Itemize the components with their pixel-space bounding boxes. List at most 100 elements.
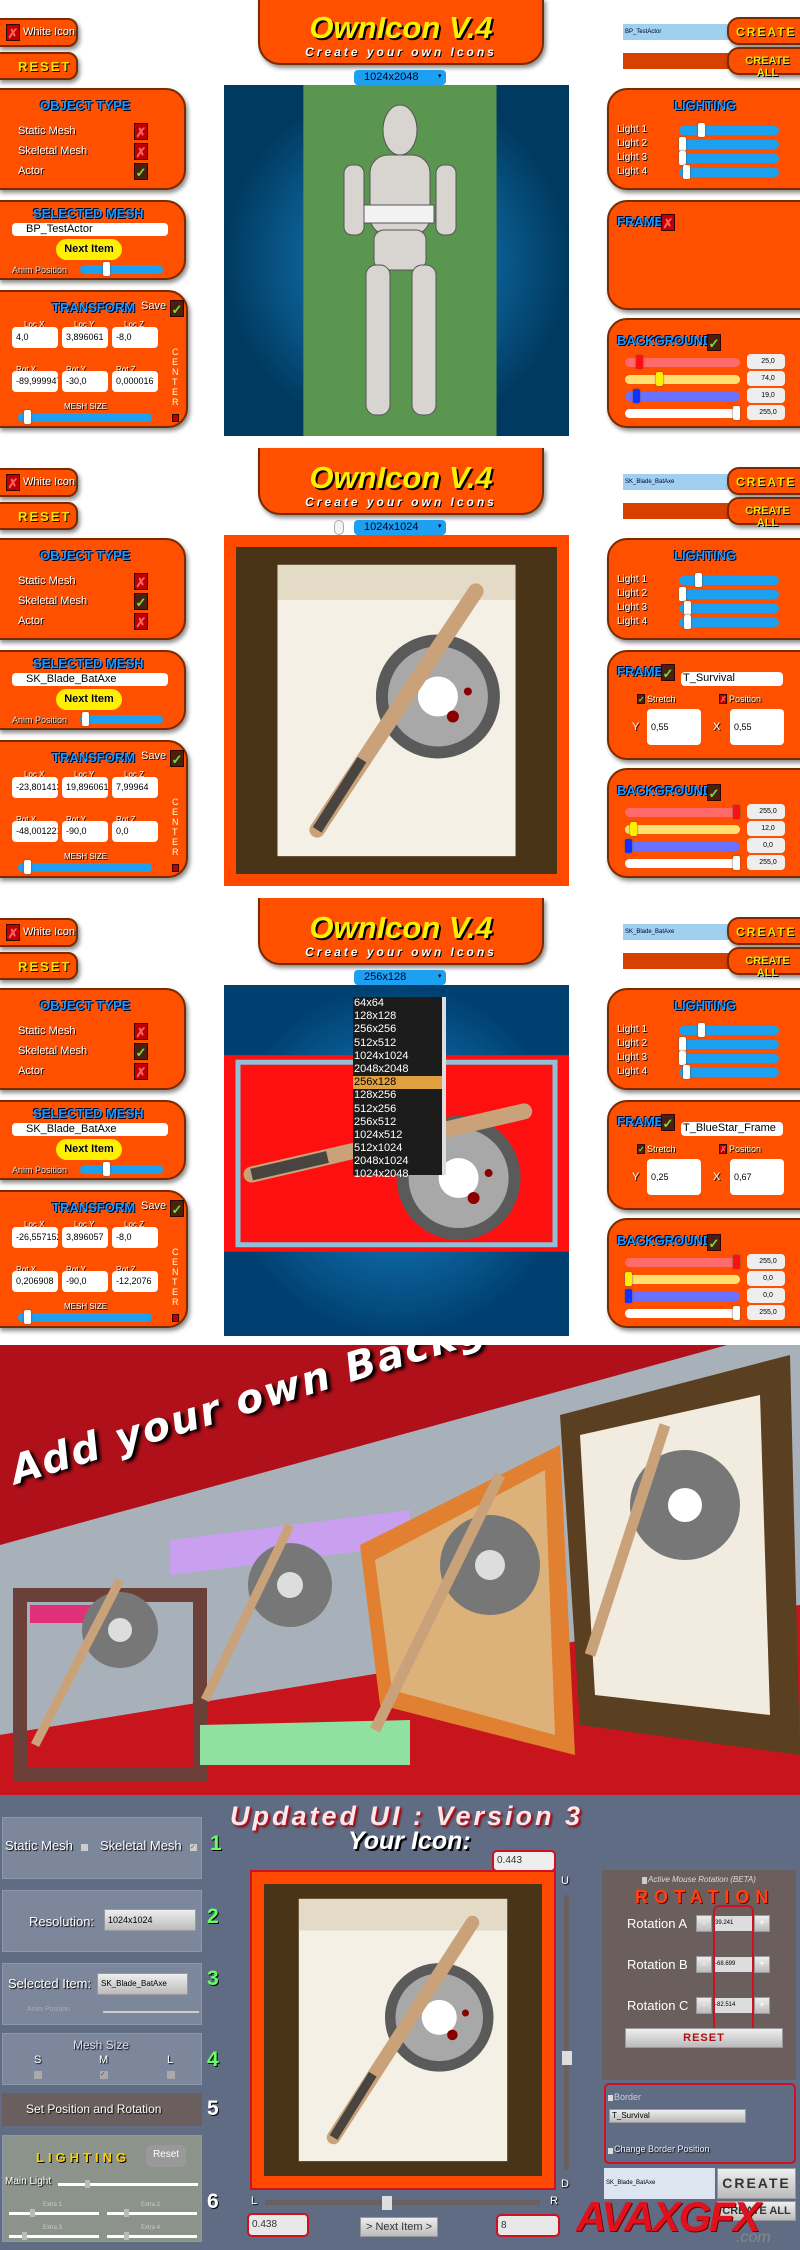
- light-3-slider[interactable]: [679, 1051, 779, 1065]
- next-item-button[interactable]: Next Item: [56, 1139, 122, 1160]
- anim-position-slider-thumb[interactable]: [103, 1162, 110, 1176]
- loc-field[interactable]: -8,0: [112, 327, 158, 348]
- white-icon-button[interactable]: ✗ White Icon: [0, 468, 78, 497]
- extra3-slider[interactable]: [9, 2232, 99, 2240]
- background-green-field[interactable]: 0,0: [747, 1271, 785, 1286]
- loc-field[interactable]: -26,557152: [12, 1227, 58, 1248]
- frame-texture-select[interactable]: T_Survival: [681, 672, 783, 686]
- light-1-slider-thumb[interactable]: [698, 123, 705, 137]
- stretch-checkbox[interactable]: ✓: [637, 694, 645, 704]
- frame-y-field[interactable]: 0,55: [647, 709, 701, 745]
- resolution-option[interactable]: 2048x1024: [353, 1155, 442, 1168]
- light-2-slider-thumb[interactable]: [679, 137, 686, 151]
- anim-position-slider-thumb[interactable]: [103, 262, 110, 276]
- main-light-thumb[interactable]: [85, 2180, 90, 2188]
- static-mesh-checkbox[interactable]: ✗: [134, 573, 148, 590]
- selected-mesh-select[interactable]: SK_Blade_BatAxe: [12, 673, 168, 686]
- resolution-option[interactable]: 512x1024: [353, 1142, 442, 1155]
- size-m-checkbox[interactable]: ✓: [100, 2071, 108, 2079]
- create-all-button[interactable]: CREATE ALL: [727, 497, 800, 529]
- mesh-size-slider-thumb[interactable]: [24, 410, 31, 424]
- light-1-slider-thumb[interactable]: [695, 573, 702, 587]
- background-green-slider[interactable]: [625, 372, 740, 386]
- light-3-slider[interactable]: [679, 151, 779, 165]
- save-checkbox[interactable]: ✓: [170, 300, 184, 317]
- light-4-slider[interactable]: [679, 615, 779, 629]
- resolution-select[interactable]: 1024x1024: [104, 1909, 196, 1931]
- create-button[interactable]: CREATE: [727, 467, 800, 495]
- selected-item-select[interactable]: SK_Blade_BatAxe: [97, 1973, 188, 1995]
- background-alpha-slider[interactable]: [625, 856, 740, 870]
- background-checkbox[interactable]: ✓: [707, 1234, 721, 1251]
- resolution-dropdown[interactable]: 1024x1024: [354, 520, 446, 535]
- rotation-plus-button[interactable]: +: [754, 1915, 770, 1932]
- skeletal-mesh-checkbox[interactable]: ✓: [190, 1844, 197, 1851]
- background-red-slider[interactable]: [625, 355, 740, 369]
- background-blue-slider[interactable]: [625, 389, 740, 403]
- mesh-size-slider[interactable]: [18, 1310, 152, 1324]
- background-blue-slider-thumb[interactable]: [633, 389, 640, 403]
- stretch-checkbox[interactable]: ✓: [637, 1144, 645, 1154]
- save-checkbox[interactable]: ✓: [170, 1200, 184, 1217]
- resolution-option[interactable]: 1024x2048: [353, 1168, 442, 1181]
- resolution-option[interactable]: 256x256: [353, 1023, 442, 1036]
- extra-slider-thumb[interactable]: [22, 2232, 27, 2240]
- background-green-slider[interactable]: [625, 822, 740, 836]
- white-icon-checkbox[interactable]: ✗: [6, 924, 20, 941]
- rot-field[interactable]: -30,0: [62, 371, 108, 392]
- center-button[interactable]: [172, 1314, 179, 1322]
- create-button[interactable]: CREATE: [727, 917, 800, 945]
- next-item-button[interactable]: > Next Item >: [360, 2217, 438, 2237]
- size-s-checkbox[interactable]: [34, 2071, 42, 2079]
- rot-field[interactable]: -90,0: [62, 1271, 108, 1292]
- background-alpha-field[interactable]: 255,0: [747, 405, 785, 420]
- background-red-slider-thumb[interactable]: [733, 1255, 740, 1269]
- background-green-slider-thumb[interactable]: [630, 822, 637, 836]
- light-1-slider-thumb[interactable]: [698, 1023, 705, 1037]
- background-green-slider[interactable]: [625, 1272, 740, 1286]
- rotation-plus-button[interactable]: +: [754, 1956, 770, 1973]
- anim-position-slider[interactable]: [103, 2011, 199, 2013]
- border-checkbox[interactable]: [608, 2095, 613, 2101]
- change-border-position-checkbox[interactable]: [608, 2148, 613, 2154]
- rot-field[interactable]: -89,999947: [12, 371, 58, 392]
- anim-position-slider[interactable]: [80, 1162, 163, 1176]
- create-button[interactable]: CREATE: [727, 17, 800, 45]
- create-all-button[interactable]: CREATE ALL: [727, 947, 800, 979]
- skeletal-mesh-checkbox[interactable]: ✓: [134, 593, 148, 610]
- rotation-minus-button[interactable]: -: [696, 1997, 712, 2014]
- light-4-slider[interactable]: [679, 165, 779, 179]
- anim-position-slider[interactable]: [80, 712, 163, 726]
- light-1-slider[interactable]: [679, 573, 779, 587]
- background-blue-slider-thumb[interactable]: [625, 839, 632, 853]
- next-item-button[interactable]: Next Item: [56, 689, 122, 710]
- loc-field[interactable]: 7,99964: [112, 777, 158, 798]
- background-blue-slider-thumb[interactable]: [625, 1289, 632, 1303]
- light-3-slider[interactable]: [679, 601, 779, 615]
- reset-button[interactable]: RESET: [0, 502, 78, 530]
- rotation-reset-button[interactable]: RESET: [625, 2028, 783, 2048]
- mesh-size-slider-thumb[interactable]: [24, 1310, 31, 1324]
- background-alpha-slider-thumb[interactable]: [733, 1306, 740, 1320]
- rotation-plus-button[interactable]: +: [754, 1997, 770, 2014]
- background-blue-slider[interactable]: [625, 839, 740, 853]
- size-l-checkbox[interactable]: [167, 2071, 175, 2079]
- selected-mesh-select[interactable]: SK_Blade_BatAxe: [12, 1123, 168, 1136]
- create-all-button[interactable]: CREATE ALL: [727, 47, 800, 79]
- light-2-slider[interactable]: [679, 587, 779, 601]
- background-green-field[interactable]: 12,0: [747, 821, 785, 836]
- loc-field[interactable]: 19,896061: [62, 777, 108, 798]
- resolution-option[interactable]: 2048x2048: [353, 1063, 442, 1076]
- anim-position-slider-thumb[interactable]: [82, 712, 89, 726]
- extra-slider-thumb[interactable]: [30, 2209, 35, 2217]
- horizontal-slider-thumb[interactable]: [382, 2196, 392, 2210]
- extra2-slider[interactable]: [107, 2209, 197, 2217]
- light-2-slider[interactable]: [679, 1037, 779, 1051]
- background-red-slider[interactable]: [625, 805, 740, 819]
- rot-field[interactable]: 0,206908: [12, 1271, 58, 1292]
- frame-x-field[interactable]: 0,55: [730, 709, 784, 745]
- next-item-button[interactable]: Next Item: [56, 239, 122, 260]
- background-blue-field[interactable]: 19,0: [747, 388, 785, 403]
- loc-field[interactable]: -8,0: [112, 1227, 158, 1248]
- background-alpha-slider[interactable]: [625, 1306, 740, 1320]
